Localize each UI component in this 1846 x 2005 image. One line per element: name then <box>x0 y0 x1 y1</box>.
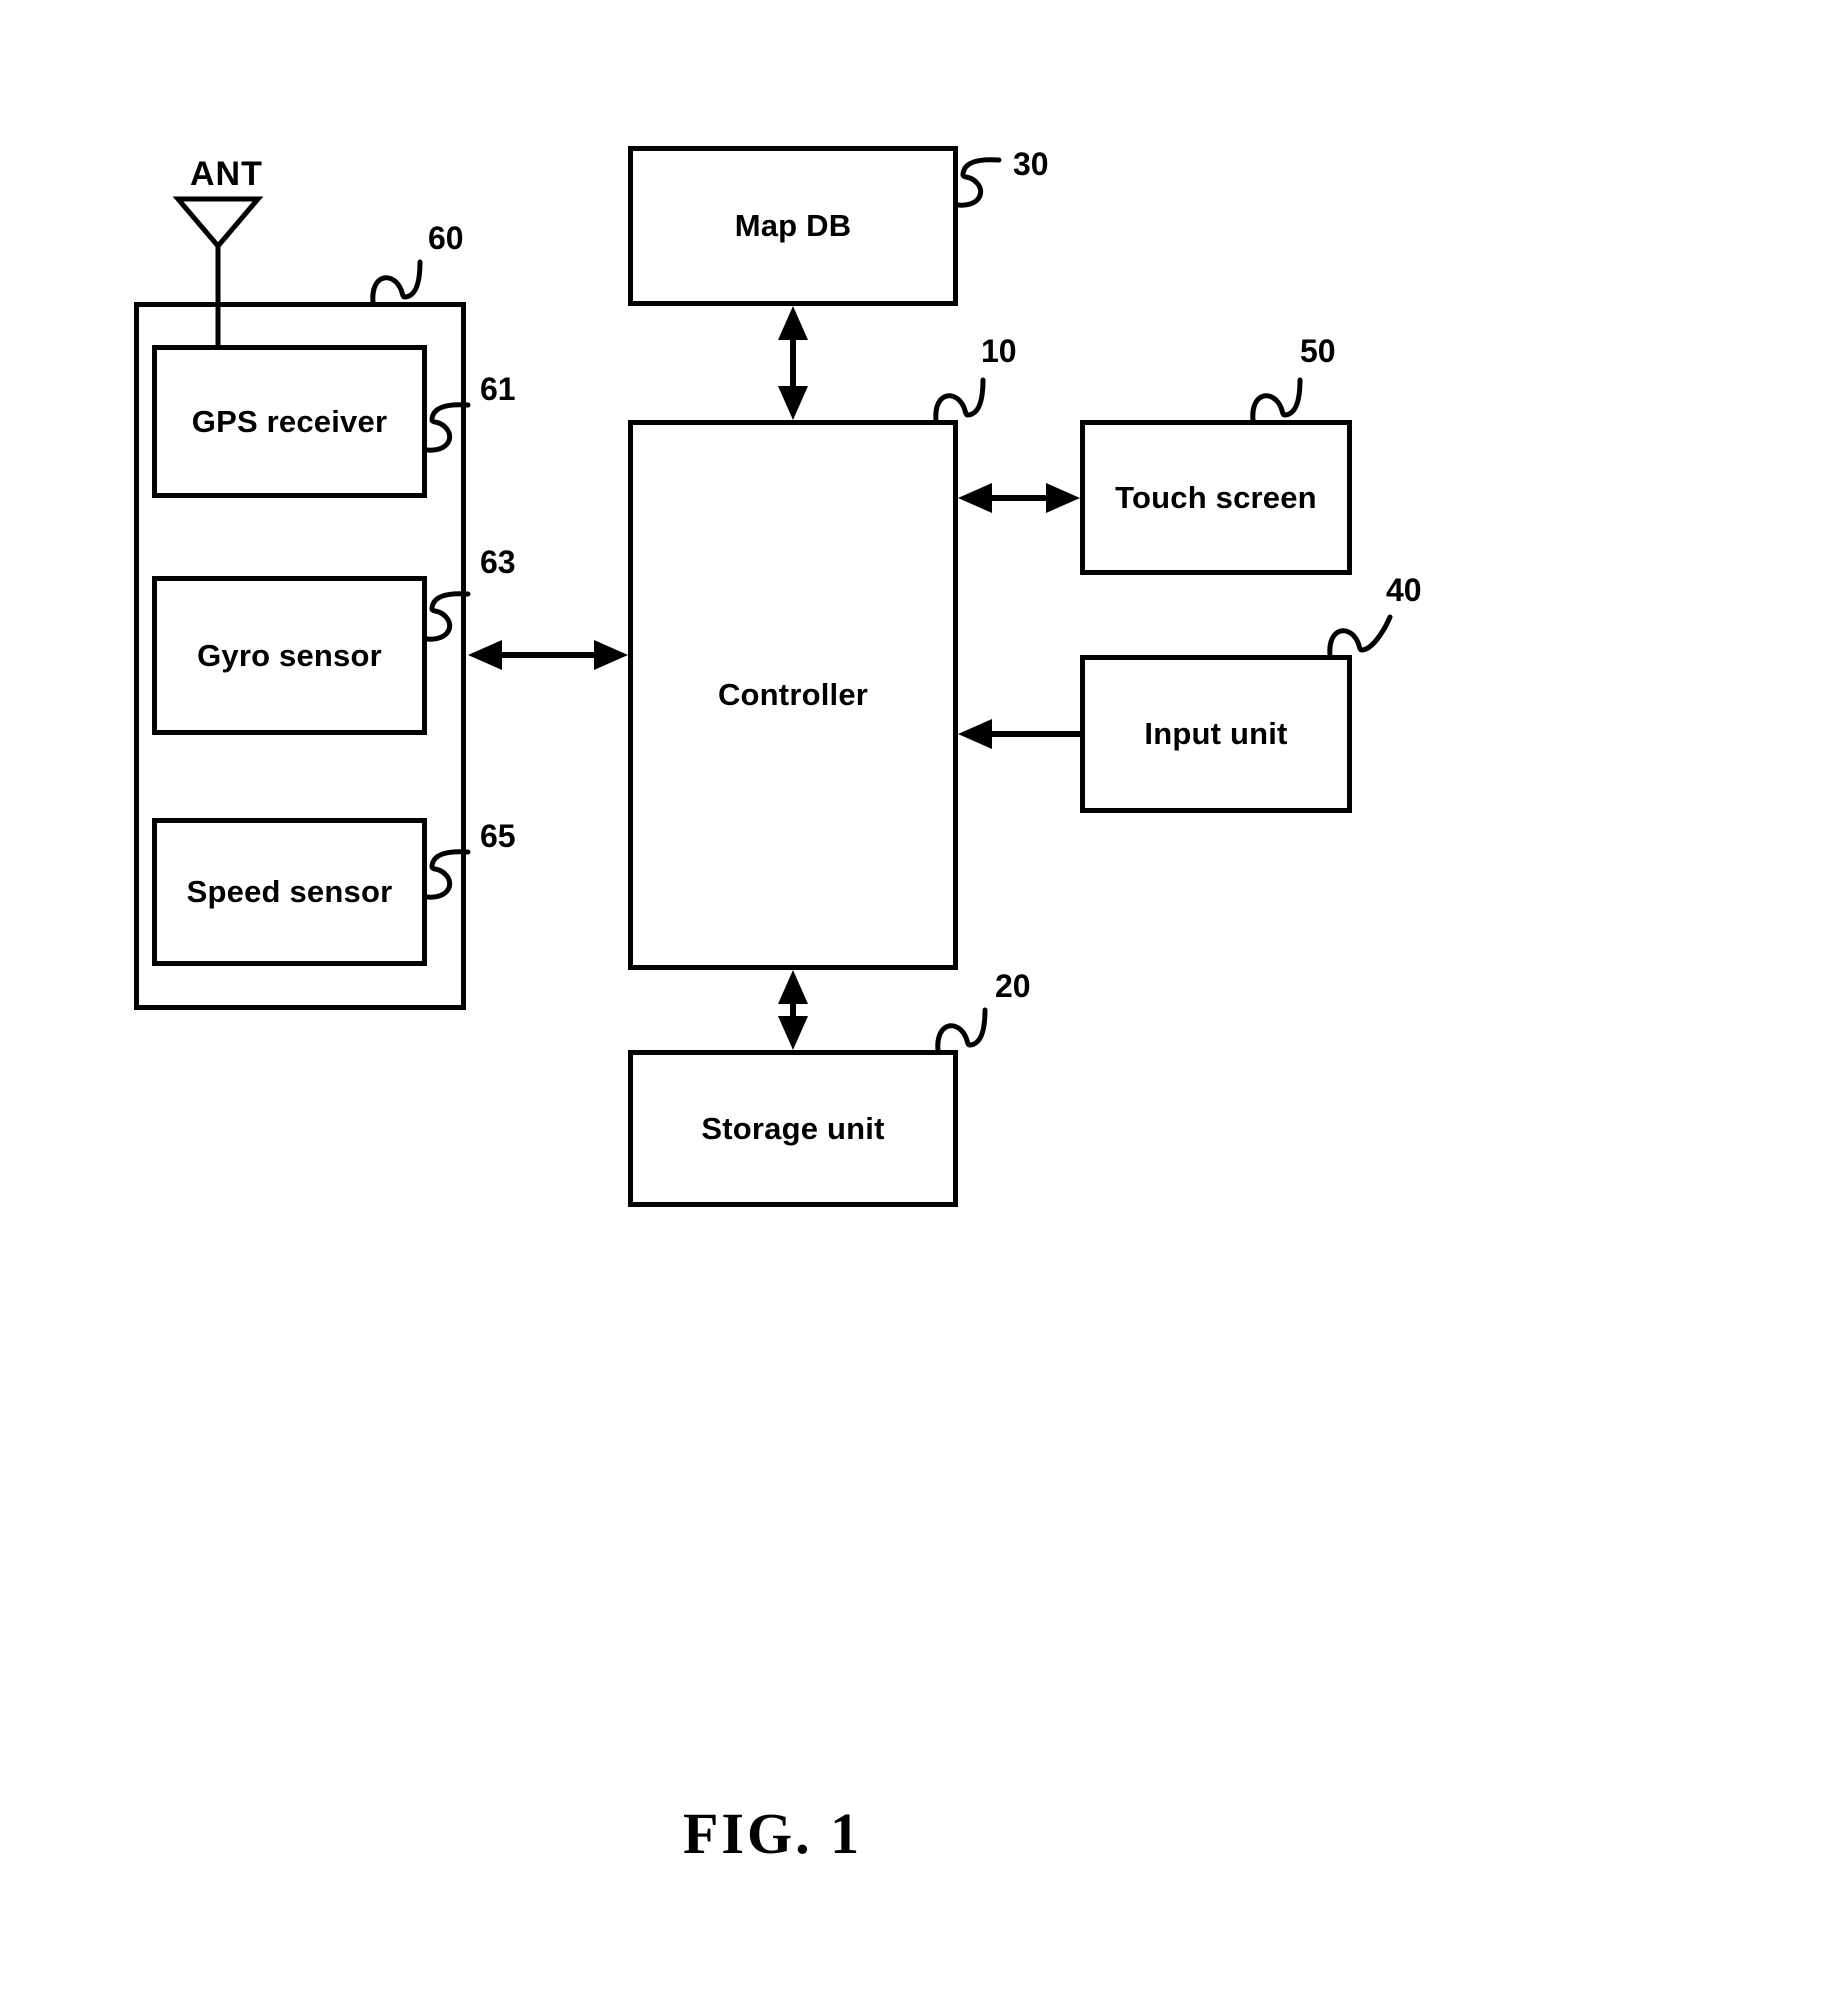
leader-squiggle-20 <box>935 1007 988 1053</box>
ref-number-10: 10 <box>981 333 1017 369</box>
speed-sensor-label: Speed sensor <box>186 874 393 910</box>
storage-unit-label: Storage unit <box>701 1110 885 1146</box>
figure-caption: FIG. 1 <box>683 1801 863 1866</box>
leader-squiggle-50 <box>1250 377 1303 423</box>
storage-unit-box: Storage unit <box>628 1050 958 1207</box>
input-unit-box: Input unit <box>1080 655 1352 813</box>
arrow-inputunit-controller <box>958 719 1080 749</box>
touch-screen-label: Touch screen <box>1115 479 1317 515</box>
arrow-mapdb-controller <box>778 306 808 420</box>
gyro-sensor-label: Gyro sensor <box>197 637 382 673</box>
ref-number-61: 61 <box>480 371 516 407</box>
ref-number-50: 50 <box>1300 333 1336 369</box>
ref-number-60: 60 <box>428 220 464 256</box>
leader-squiggle-60 <box>370 259 423 305</box>
leader-squiggle-10 <box>933 377 986 423</box>
patent-figure: GPS receiver Gyro sensor Speed sensor Ma… <box>0 0 1846 2005</box>
gyro-sensor-box: Gyro sensor <box>152 576 427 735</box>
ref-number-63: 63 <box>480 544 516 580</box>
leader-squiggle-30 <box>955 157 1002 208</box>
antenna-label: ANT <box>190 155 263 193</box>
gps-receiver-box: GPS receiver <box>152 345 427 498</box>
input-unit-label: Input unit <box>1144 716 1288 752</box>
arrow-controller-touchscreen <box>958 483 1080 513</box>
ref-number-65: 65 <box>480 818 516 854</box>
map-db-box: Map DB <box>628 146 958 306</box>
controller-label: Controller <box>717 677 869 713</box>
map-db-label: Map DB <box>734 208 852 244</box>
arrow-controller-storageunit <box>778 970 808 1050</box>
ref-number-20: 20 <box>995 968 1031 1004</box>
gps-receiver-label: GPS receiver <box>191 403 388 439</box>
speed-sensor-box: Speed sensor <box>152 818 427 966</box>
arrow-sensorgroup-controller <box>468 640 628 670</box>
ref-number-40: 40 <box>1386 572 1422 608</box>
ref-number-30: 30 <box>1013 146 1049 182</box>
touch-screen-box: Touch screen <box>1080 420 1352 575</box>
leader-squiggle-40 <box>1327 614 1393 658</box>
controller-box: Controller <box>628 420 958 970</box>
